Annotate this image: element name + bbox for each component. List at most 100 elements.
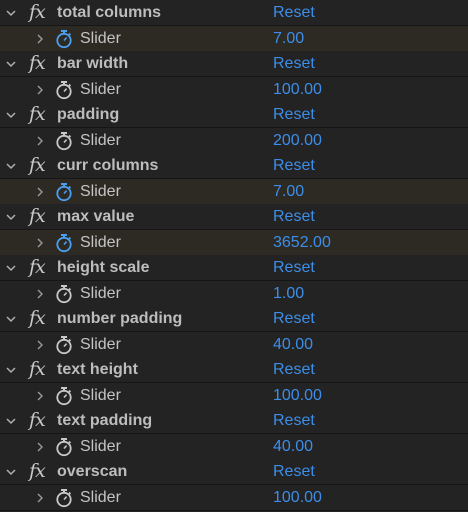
fx-icon[interactable]: fx	[29, 205, 46, 227]
effect-header-row[interactable]: fx max value Reset	[0, 204, 468, 230]
effect-header-row[interactable]: fx overscan Reset	[0, 459, 468, 485]
fx-icon[interactable]: fx	[29, 1, 46, 23]
chevron-down-icon[interactable]	[4, 408, 18, 433]
effect-name: total columns	[57, 4, 162, 21]
param-name: Slider	[80, 30, 121, 47]
effect-header-row[interactable]: fx number padding Reset	[0, 306, 468, 332]
effect-header-row[interactable]: fx curr columns Reset	[0, 153, 468, 179]
slider-value[interactable]: 40.00	[273, 332, 313, 357]
chevron-down-icon[interactable]	[4, 255, 18, 280]
stopwatch-icon[interactable]	[54, 80, 74, 100]
param-name: Slider	[80, 489, 121, 506]
stopwatch-icon[interactable]	[54, 335, 74, 355]
effect-header-row[interactable]: fx total columns Reset	[0, 0, 468, 26]
effect-name: number padding	[57, 310, 183, 327]
slider-value[interactable]: 100.00	[273, 77, 322, 102]
slider-param-row[interactable]: Slider 100.00	[0, 383, 468, 409]
param-name: Slider	[80, 132, 121, 149]
param-name: Slider	[80, 285, 121, 302]
reset-link[interactable]: Reset	[273, 51, 315, 76]
effect-group: fx curr columns Reset Slider 7.00	[0, 153, 468, 205]
reset-link[interactable]: Reset	[273, 255, 315, 280]
fx-icon[interactable]: fx	[29, 256, 46, 278]
effect-name: curr columns	[57, 157, 159, 174]
slider-param-row[interactable]: Slider 3652.00	[0, 230, 468, 256]
slider-param-row[interactable]: Slider 40.00	[0, 332, 468, 358]
effect-group: fx total columns Reset Slider 7.00	[0, 0, 468, 52]
fx-icon[interactable]: fx	[29, 409, 46, 431]
slider-value[interactable]: 7.00	[273, 26, 304, 51]
reset-link[interactable]: Reset	[273, 408, 315, 433]
effect-group: fx padding Reset Slider 200.00	[0, 102, 468, 154]
reset-link[interactable]: Reset	[273, 306, 315, 331]
effect-group: fx number padding Reset Slider 40.00	[0, 306, 468, 358]
slider-value[interactable]: 1.00	[273, 281, 304, 306]
chevron-down-icon[interactable]	[4, 357, 18, 382]
effect-name: max value	[57, 208, 135, 225]
chevron-right-icon[interactable]	[33, 77, 47, 102]
stopwatch-icon[interactable]	[54, 284, 74, 304]
fx-icon[interactable]: fx	[29, 460, 46, 482]
chevron-right-icon[interactable]	[33, 179, 47, 204]
slider-param-row[interactable]: Slider 1.00	[0, 281, 468, 307]
fx-icon[interactable]: fx	[29, 154, 46, 176]
slider-value[interactable]: 100.00	[273, 383, 322, 408]
chevron-down-icon[interactable]	[4, 102, 18, 127]
slider-value[interactable]: 3652.00	[273, 230, 331, 255]
stopwatch-icon[interactable]	[54, 488, 74, 508]
stopwatch-icon[interactable]	[54, 29, 74, 49]
effect-name: text padding	[57, 412, 153, 429]
stopwatch-icon[interactable]	[54, 233, 74, 253]
reset-link[interactable]: Reset	[273, 0, 315, 25]
chevron-down-icon[interactable]	[4, 459, 18, 484]
chevron-down-icon[interactable]	[4, 204, 18, 229]
chevron-right-icon[interactable]	[33, 434, 47, 459]
chevron-right-icon[interactable]	[33, 230, 47, 255]
slider-param-row[interactable]: Slider 7.00	[0, 26, 468, 52]
chevron-down-icon[interactable]	[4, 153, 18, 178]
chevron-right-icon[interactable]	[33, 332, 47, 357]
effect-group: fx height scale Reset Slider 1.00	[0, 255, 468, 307]
reset-link[interactable]: Reset	[273, 153, 315, 178]
slider-value[interactable]: 7.00	[273, 179, 304, 204]
stopwatch-icon[interactable]	[54, 131, 74, 151]
chevron-down-icon[interactable]	[4, 51, 18, 76]
slider-value[interactable]: 40.00	[273, 434, 313, 459]
slider-param-row[interactable]: Slider 40.00	[0, 434, 468, 460]
reset-link[interactable]: Reset	[273, 357, 315, 382]
chevron-right-icon[interactable]	[33, 485, 47, 510]
fx-icon[interactable]: fx	[29, 52, 46, 74]
slider-param-row[interactable]: Slider 100.00	[0, 485, 468, 511]
effect-header-row[interactable]: fx bar width Reset	[0, 51, 468, 77]
slider-param-row[interactable]: Slider 100.00	[0, 77, 468, 103]
fx-icon[interactable]: fx	[29, 307, 46, 329]
param-name: Slider	[80, 387, 121, 404]
effect-header-row[interactable]: fx text height Reset	[0, 357, 468, 383]
reset-link[interactable]: Reset	[273, 459, 315, 484]
effect-header-row[interactable]: fx padding Reset	[0, 102, 468, 128]
chevron-down-icon[interactable]	[4, 306, 18, 331]
effect-name: text height	[57, 361, 138, 378]
stopwatch-icon[interactable]	[54, 437, 74, 457]
reset-link[interactable]: Reset	[273, 204, 315, 229]
chevron-right-icon[interactable]	[33, 26, 47, 51]
chevron-right-icon[interactable]	[33, 383, 47, 408]
slider-param-row[interactable]: Slider 7.00	[0, 179, 468, 205]
slider-param-row[interactable]: Slider 200.00	[0, 128, 468, 154]
fx-icon[interactable]: fx	[29, 358, 46, 380]
effect-header-row[interactable]: fx height scale Reset	[0, 255, 468, 281]
stopwatch-icon[interactable]	[54, 386, 74, 406]
param-name: Slider	[80, 438, 121, 455]
fx-icon[interactable]: fx	[29, 103, 46, 125]
slider-value[interactable]: 100.00	[273, 485, 322, 510]
effect-header-row[interactable]: fx text padding Reset	[0, 408, 468, 434]
slider-value[interactable]: 200.00	[273, 128, 322, 153]
chevron-right-icon[interactable]	[33, 281, 47, 306]
reset-link[interactable]: Reset	[273, 102, 315, 127]
effect-controls-panel: fx total columns Reset Slider 7.00 fx bar widt…	[0, 0, 468, 512]
effect-name: overscan	[57, 463, 128, 480]
stopwatch-icon[interactable]	[54, 182, 74, 202]
param-name: Slider	[80, 234, 121, 251]
chevron-right-icon[interactable]	[33, 128, 47, 153]
chevron-down-icon[interactable]	[4, 0, 18, 25]
